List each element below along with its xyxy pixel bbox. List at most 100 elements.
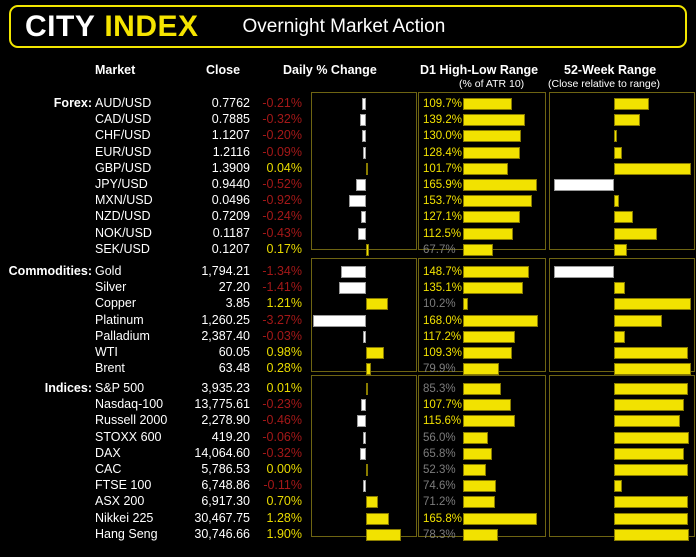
daily-change-bar <box>365 512 390 525</box>
atr-range-bar <box>463 227 514 240</box>
close-price: 1.3909 <box>211 160 250 175</box>
week52-range-bar <box>614 330 626 343</box>
daily-change-bar <box>363 330 366 343</box>
daily-change-value: 0.04% <box>266 160 302 175</box>
close-price: 1.2116 <box>212 144 250 159</box>
daily-change-value: -0.92% <box>262 193 302 208</box>
atr-range-label: 165.9% <box>423 179 463 191</box>
daily-change-panel-2 <box>311 375 417 541</box>
atr-range-label: 112.5% <box>423 227 462 240</box>
week52-range-bar <box>614 314 663 327</box>
atr-range-label: 128.4% <box>423 146 463 159</box>
daily-change-value: -0.52% <box>262 177 302 191</box>
daily-change-value: -0.21% <box>262 96 302 110</box>
close-price: 0.0496 <box>211 193 250 208</box>
daily-change-value: 1.28% <box>266 510 302 525</box>
column-header-52week: 52-Week Range <box>564 63 657 77</box>
daily-change-bar <box>365 243 369 256</box>
daily-change-value: -0.20% <box>262 128 302 143</box>
week52-range-panel-0 <box>549 92 695 256</box>
daily-change-value: 0.98% <box>266 345 302 359</box>
atr-range-label: 135.1% <box>423 282 463 295</box>
atr-range-bar <box>463 114 526 127</box>
atr-range-bar <box>463 243 494 256</box>
week52-range-bar <box>614 415 680 428</box>
close-price: 2,387.40 <box>201 328 250 343</box>
close-price: 27.20 <box>218 280 250 295</box>
atr-range-panel-0: 109.7% 139.2% 130.0% 128.4% 101.7% 165.9% 153.… <box>418 92 546 256</box>
close-price: 419.20 <box>211 429 250 444</box>
week52-range-bar <box>614 227 658 240</box>
daily-change-panel-1 <box>311 258 417 376</box>
daily-change-bar <box>365 528 401 541</box>
market-name: S&P 500 <box>95 381 145 395</box>
week52-range-bar <box>614 162 691 175</box>
week52-range-bar <box>614 146 623 159</box>
close-price: 2,278.90 <box>201 413 250 428</box>
week52-range-bar <box>614 114 640 127</box>
atr-range-label: 101.7% <box>423 162 463 175</box>
market-name: SEK/USD <box>95 241 150 256</box>
atr-range-bar <box>463 298 468 311</box>
week52-range-bar <box>614 347 688 359</box>
brand-name-index: INDEX <box>104 9 199 43</box>
market-name: GBP/USD <box>95 160 152 175</box>
week52-range-bar <box>614 399 685 412</box>
week52-range-bar <box>614 480 623 493</box>
daily-change-value: -0.11% <box>263 478 302 493</box>
atr-range-label: 168.0% <box>423 314 463 327</box>
market-name: Platinum <box>95 312 144 327</box>
market-name: JPY/USD <box>95 177 148 191</box>
atr-range-label: 109.3% <box>423 347 463 359</box>
week52-range-bar <box>614 298 691 311</box>
week52-range-bar <box>614 512 688 525</box>
atr-range-label: 139.2% <box>423 114 463 127</box>
daily-change-bar <box>363 431 366 444</box>
close-price: 63.48 <box>218 361 250 376</box>
brand-name-city: CITY <box>25 9 96 43</box>
atr-range-bar <box>463 496 495 509</box>
daily-change-value: 1.21% <box>266 296 302 311</box>
daily-change-value: 0.28% <box>266 361 302 376</box>
daily-change-bar <box>361 211 366 224</box>
close-price: 5,786.53 <box>201 462 250 476</box>
column-header-close: Close <box>206 63 241 77</box>
daily-change-bar <box>365 298 388 311</box>
daily-change-bar <box>359 447 366 460</box>
atr-range-bar <box>463 347 512 359</box>
close-price: 6,917.30 <box>201 494 250 509</box>
section-label-0: Forex: <box>53 96 92 110</box>
close-price: 13,775.61 <box>194 397 250 412</box>
atr-range-bar <box>463 383 502 395</box>
atr-range-bar <box>463 282 524 295</box>
page-title: Overnight Market Action <box>242 15 446 37</box>
atr-range-label: 148.7% <box>423 266 463 278</box>
market-name: CHF/USD <box>95 128 151 143</box>
atr-range-label: 79.9% <box>423 363 456 376</box>
daily-change-value: -0.46% <box>262 413 302 428</box>
week52-range-bar <box>614 464 688 476</box>
atr-range-label: 85.3% <box>423 383 456 395</box>
close-price: 60.05 <box>218 345 250 359</box>
daily-change-value: -0.03% <box>262 328 302 343</box>
atr-range-bar <box>463 415 515 428</box>
daily-change-bar <box>359 114 366 127</box>
market-name: Gold <box>95 264 122 278</box>
daily-change-bar <box>361 98 366 110</box>
column-subheader-d1-range: (% of ATR 10) <box>459 78 525 90</box>
close-price: 30,746.66 <box>194 526 250 541</box>
atr-range-bar <box>463 512 537 525</box>
brand-logo: CITY INDEX <box>25 10 199 44</box>
week52-range-bar <box>554 179 615 191</box>
atr-range-bar <box>463 480 497 493</box>
market-name: Palladium <box>95 328 150 343</box>
close-price: 3,935.23 <box>201 381 250 395</box>
atr-range-label: 127.1% <box>423 211 463 224</box>
daily-change-value: 0.70% <box>266 494 302 509</box>
atr-range-bar <box>463 330 516 343</box>
market-name: WTI <box>95 345 118 359</box>
atr-range-label: 78.3% <box>423 528 456 541</box>
daily-change-bar <box>355 179 366 191</box>
week52-range-bar <box>614 282 626 295</box>
close-price: 0.7209 <box>211 209 250 224</box>
